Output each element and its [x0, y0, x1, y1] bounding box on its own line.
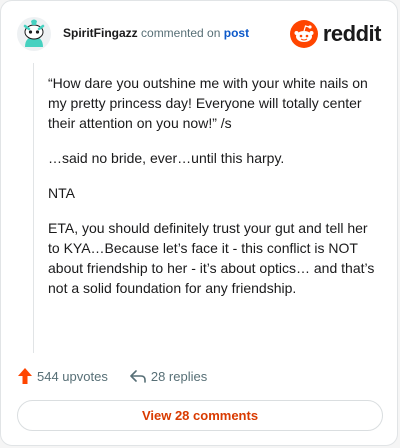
- comment-paragraph: ETA, you should definitely trust your gu…: [48, 220, 375, 296]
- reddit-logo[interactable]: reddit: [289, 19, 382, 49]
- view-comments-button[interactable]: View 28 comments: [17, 400, 383, 431]
- action-text: commented on: [141, 26, 221, 40]
- username-link[interactable]: SpiritFingazz: [63, 26, 138, 40]
- upvote-count: 544 upvotes: [37, 368, 108, 384]
- replies-button[interactable]: 28 replies: [129, 368, 207, 384]
- upvote-button[interactable]: 544 upvotes: [17, 367, 108, 385]
- reddit-wordmark: reddit: [322, 21, 382, 46]
- comment-meta: SpiritFingazz commented on post: [63, 26, 249, 40]
- thread-line: [33, 63, 34, 353]
- comment-header: SpiritFingazz commented on post reddit: [17, 17, 382, 51]
- comment-paragraph: …said no bride, ever…until this harpy.: [48, 150, 285, 166]
- comment-card: SpiritFingazz commented on post reddit “…: [0, 0, 398, 446]
- comment-paragraph: NTA: [48, 185, 75, 201]
- avatar[interactable]: [17, 17, 51, 51]
- comment-paragraph: “How dare you outshine me with your whit…: [48, 75, 368, 131]
- comment-actions: 544 upvotes 28 replies: [17, 365, 207, 387]
- reddit-logo-icon: [289, 20, 318, 48]
- post-link[interactable]: post: [224, 26, 249, 40]
- comment-body: “How dare you outshine me with your whit…: [48, 73, 383, 313]
- reply-arrow-icon: [130, 370, 146, 383]
- reply-count: 28 replies: [150, 368, 208, 384]
- upvote-arrow-icon: [18, 368, 32, 384]
